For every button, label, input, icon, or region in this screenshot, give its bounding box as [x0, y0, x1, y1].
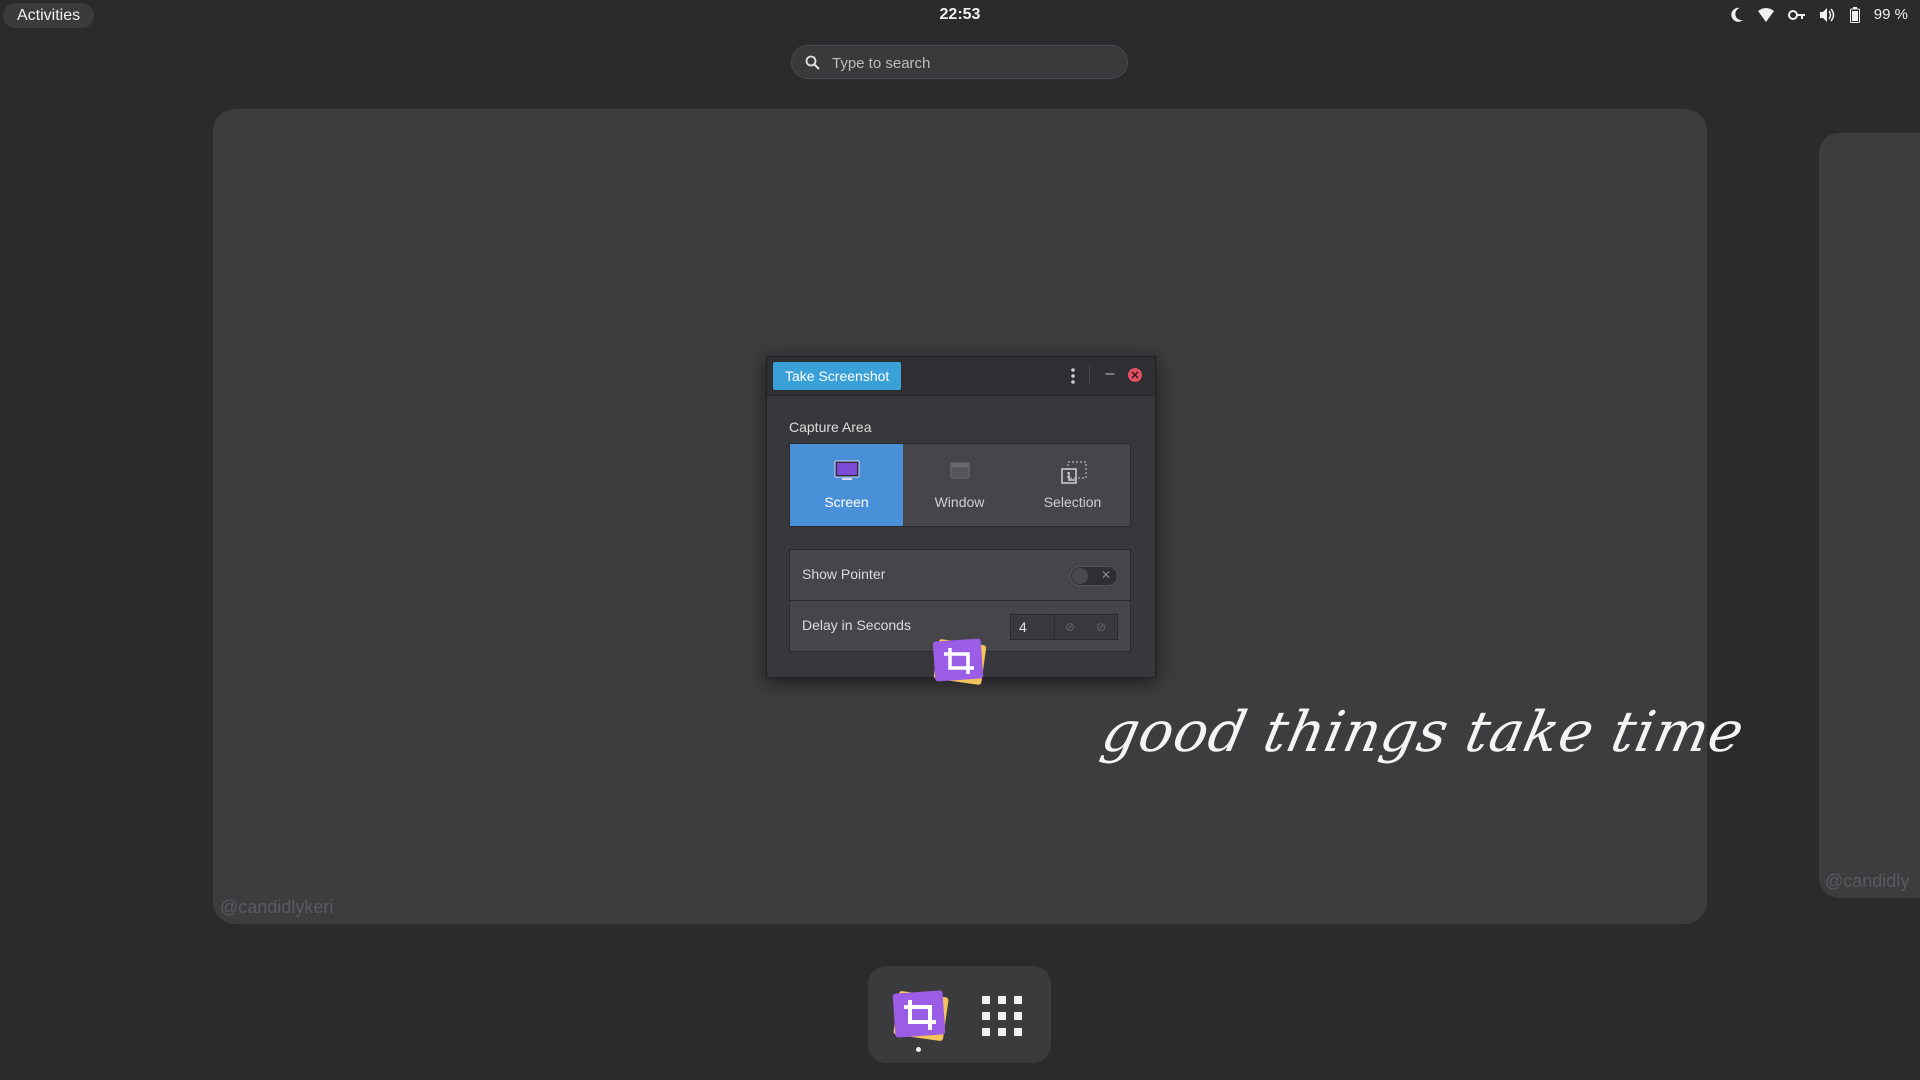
toggle-off-icon: ✕	[1100, 568, 1111, 582]
close-icon	[1131, 371, 1139, 379]
system-tray[interactable]: 99 %	[1730, 6, 1908, 23]
screenshot-app-icon	[892, 990, 949, 1041]
battery-icon	[1849, 6, 1860, 23]
dash	[868, 966, 1051, 1063]
wallpaper-script-text: good things take time	[1096, 700, 1751, 765]
screenshot-app-icon	[930, 636, 990, 693]
capture-selection-label: Selection	[1043, 494, 1102, 510]
search-icon	[805, 55, 820, 70]
dialog-header: Take Screenshot –	[767, 357, 1155, 396]
minimize-button[interactable]: –	[1101, 362, 1119, 386]
delay-value[interactable]: 4	[1011, 615, 1055, 639]
capture-window-button[interactable]: Window	[903, 444, 1016, 526]
night-light-icon	[1730, 7, 1744, 23]
app-grid-icon	[982, 996, 1022, 1036]
screenshot-dialog: Take Screenshot – Capture Area Screen Wi…	[766, 356, 1156, 678]
close-button[interactable]	[1128, 368, 1142, 382]
kebab-menu-icon	[1071, 368, 1075, 384]
workspace-next[interactable]: @candidly	[1819, 133, 1920, 898]
top-bar: Activities 22:53 99 %	[0, 0, 1920, 31]
search-input[interactable]	[830, 52, 1114, 74]
wallpaper-watermark-next: @candidly	[1825, 871, 1910, 891]
search-bar[interactable]	[791, 45, 1128, 79]
delay-increment-button[interactable]: ⊘	[1086, 615, 1116, 639]
show-pointer-toggle[interactable]: ✕	[1070, 566, 1118, 586]
clock[interactable]: 22:53	[0, 6, 1920, 24]
show-pointer-row: Show Pointer ✕	[789, 549, 1131, 601]
menu-button[interactable]	[1063, 366, 1083, 386]
selection-icon	[1061, 461, 1087, 484]
running-indicator	[916, 1047, 921, 1052]
window-icon	[950, 462, 970, 479]
wifi-icon	[1757, 7, 1774, 22]
toggle-knob	[1072, 568, 1088, 584]
dash-screenshot-app[interactable]	[888, 988, 952, 1049]
delay-decrement-button[interactable]: ⊘	[1055, 615, 1085, 639]
battery-percent: 99 %	[1873, 6, 1908, 23]
activities-button[interactable]: Activities	[3, 3, 95, 28]
show-pointer-label: Show Pointer	[802, 566, 886, 582]
capture-screen-button[interactable]: Screen	[790, 444, 903, 526]
capture-selection-button[interactable]: Selection	[1016, 444, 1129, 526]
vpn-key-icon	[1787, 9, 1806, 21]
capture-screen-label: Screen	[824, 494, 869, 510]
volume-icon	[1819, 7, 1836, 22]
capture-area-group: Screen Window Selection	[789, 443, 1131, 527]
capture-area-label: Capture Area	[789, 419, 872, 435]
capture-window-label: Window	[934, 494, 985, 510]
delay-spinbutton[interactable]: 4 ⊘ ⊘	[1010, 614, 1118, 640]
dialog-title: Take Screenshot	[773, 362, 902, 390]
show-applications-button[interactable]	[980, 994, 1024, 1043]
header-separator	[1089, 366, 1090, 384]
wallpaper-watermark: @candidlykeri	[220, 897, 334, 917]
delay-label: Delay in Seconds	[802, 617, 911, 633]
monitor-icon	[834, 460, 860, 480]
